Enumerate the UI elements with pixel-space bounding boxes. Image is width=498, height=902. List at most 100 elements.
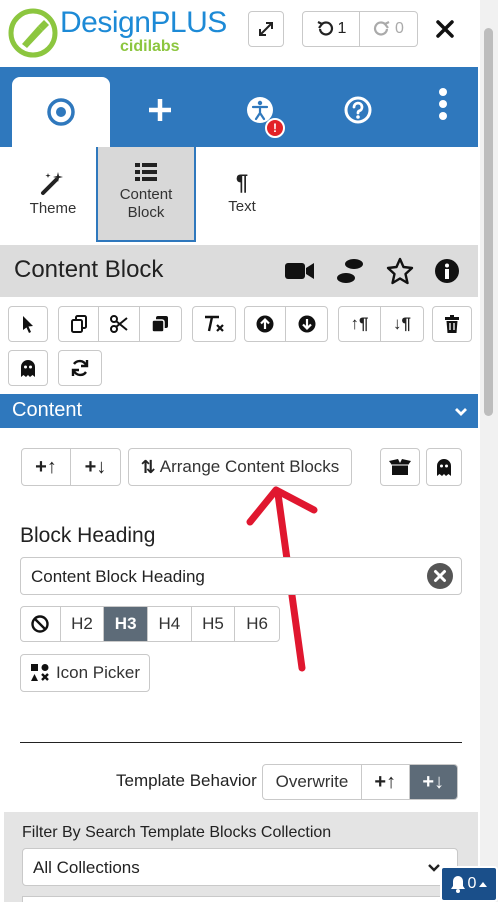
undo-icon (317, 21, 333, 36)
pointer-icon (23, 316, 33, 333)
add-block-above-button[interactable]: +↑ (22, 449, 72, 485)
heading-h3-button[interactable]: H3 (104, 607, 148, 641)
heading-h2-button[interactable]: H2 (61, 607, 105, 641)
move-up-button[interactable] (245, 307, 287, 341)
select-button[interactable] (8, 306, 48, 342)
footprints-icon[interactable] (334, 256, 366, 286)
trash-icon (445, 315, 459, 333)
video-icon[interactable] (284, 258, 316, 284)
chevron-down-icon (455, 408, 467, 416)
tab-accessibility[interactable]: ! (240, 90, 285, 138)
redo-count: 0 (395, 20, 404, 37)
tab-help[interactable] (340, 92, 376, 128)
designplus-logo: DesignPLUS cidilabs (8, 6, 230, 62)
template-behavior-group: Overwrite +↑ +↓ (262, 764, 458, 800)
subtab-theme-label: Theme (29, 200, 77, 217)
plus-arrow-up-icon: +↑ (374, 770, 397, 793)
block-heading-label: Block Heading (20, 524, 156, 547)
heading-h5-button[interactable]: H5 (192, 607, 236, 641)
magic-wand-icon (41, 172, 63, 195)
delete-button[interactable] (432, 306, 472, 342)
heading-none-button[interactable] (21, 607, 61, 641)
insert-below-button[interactable]: +↓ (409, 765, 457, 799)
insert-paragraph-below-button[interactable]: ↓¶ (381, 307, 423, 341)
clone-icon (151, 316, 169, 333)
brand-sub: cidilabs (120, 38, 180, 55)
list-icon (135, 163, 157, 181)
content-accordion-title: Content (12, 399, 83, 421)
expand-button[interactable] (248, 11, 284, 47)
caret-up-icon (479, 882, 488, 887)
ban-icon (31, 615, 50, 633)
redo-icon (373, 21, 390, 36)
star-icon[interactable] (386, 257, 414, 285)
duplicate-button[interactable] (140, 307, 181, 341)
template-behavior-label: Template Behavior (116, 771, 257, 790)
remove-format-icon (205, 315, 224, 332)
filter-label: Filter By Search Template Blocks Collect… (22, 824, 332, 841)
expand-icon (259, 22, 273, 36)
paragraph-insert-group: ↑¶ ↓¶ (338, 306, 424, 342)
arrow-up-pilcrow-icon: ↑¶ (350, 314, 369, 333)
divider (20, 742, 462, 743)
move-group (244, 306, 328, 342)
collection-select-value: All Collections (33, 858, 140, 877)
plus-icon (149, 99, 171, 121)
copy-button[interactable] (59, 307, 100, 341)
collection-select[interactable]: All Collections (22, 848, 458, 886)
heading-h6-button[interactable]: H6 (235, 607, 279, 641)
plus-arrow-up-icon: +↑ (35, 455, 57, 478)
content-accordion-header[interactable]: Content (0, 394, 478, 428)
redo-button[interactable]: 0 (360, 12, 417, 46)
notification-button[interactable]: 0 (440, 866, 498, 902)
notification-count: 0 (467, 875, 477, 892)
tab-add[interactable] (140, 90, 180, 130)
box-open-icon (389, 459, 411, 475)
ghost-icon (21, 360, 35, 377)
section-title: Content Block (14, 256, 164, 283)
overwrite-button[interactable]: Overwrite (263, 765, 362, 799)
target-icon (47, 98, 75, 126)
heading-level-group: H2 H3 H4 H5 H6 (20, 606, 280, 642)
refresh-button[interactable] (58, 350, 102, 386)
close-button[interactable] (430, 14, 460, 44)
clear-format-button[interactable] (192, 306, 236, 342)
ghost-block-button[interactable] (426, 448, 462, 486)
brush-logo-icon (8, 8, 58, 58)
partial-row-hint (22, 896, 458, 902)
move-down-button[interactable] (286, 307, 327, 341)
block-heading-input[interactable]: Content Block Heading (20, 557, 462, 595)
subtab-content-block-label-2: Block (127, 204, 165, 221)
undo-redo-group: 1 0 (302, 11, 418, 47)
arrange-content-blocks-label: Arrange Content Blocks (159, 457, 340, 476)
undo-button[interactable]: 1 (303, 12, 361, 46)
insert-paragraph-above-button[interactable]: ↑¶ (339, 307, 382, 341)
insert-above-button[interactable]: +↑ (362, 765, 410, 799)
add-block-below-button[interactable]: +↓ (71, 449, 120, 485)
sort-arrows-icon: ⇅ (140, 456, 156, 477)
subtab-content-block[interactable]: Content Block (96, 147, 196, 242)
info-icon[interactable] (434, 258, 460, 284)
icon-picker-label: Icon Picker (55, 663, 141, 682)
clipboard-group (58, 306, 182, 342)
clear-circle-icon[interactable] (427, 563, 453, 589)
kebab-menu-icon (439, 88, 447, 120)
heading-h4-button[interactable]: H4 (148, 607, 192, 641)
arrow-circle-down-icon (298, 315, 315, 333)
cut-button[interactable] (99, 307, 140, 341)
ghost-button[interactable] (8, 350, 48, 386)
ghost-icon (437, 459, 451, 476)
icon-picker-button[interactable]: Icon Picker (20, 654, 150, 692)
help-icon (344, 96, 372, 124)
subtab-text-label: Text (228, 198, 256, 215)
scrollbar-thumb[interactable] (484, 28, 493, 416)
subtab-text[interactable]: ¶ Text (204, 160, 280, 240)
plus-arrow-down-icon: +↓ (422, 770, 445, 793)
tab-target[interactable] (12, 77, 110, 147)
subtab-content-block-label-1: Content (119, 186, 173, 203)
subtab-theme[interactable]: Theme (14, 160, 92, 240)
refresh-icon (71, 359, 89, 377)
box-open-button[interactable] (380, 448, 420, 486)
tab-more[interactable] (432, 86, 454, 126)
bell-icon (450, 876, 465, 893)
